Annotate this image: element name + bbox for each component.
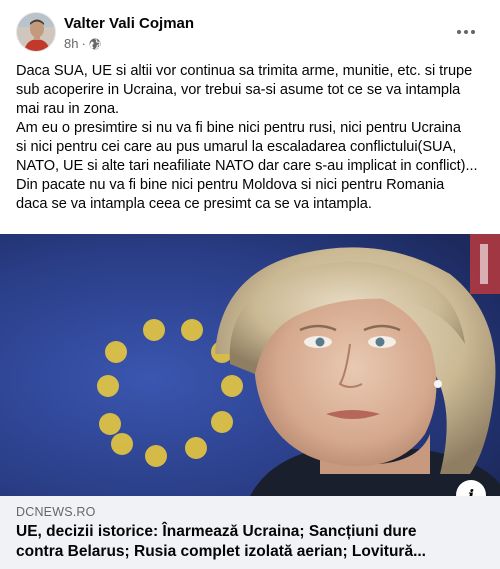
post-text-line: Daca SUA, UE si altii vor continua sa tr…	[16, 63, 473, 79]
post-text-line: daca se va intampla ceea ce presimt ca s…	[16, 196, 372, 212]
link-headline-line: contra Belarus; Rusia complet izolată ae…	[16, 543, 426, 560]
meta-separator: ·	[81, 36, 86, 51]
author-name[interactable]: Valter Vali Cojman	[64, 15, 194, 32]
link-headline-line: UE, decizii istorice: Înarmează Ucraina;…	[16, 523, 417, 540]
post-text-line: Am eu o presimtire si nu va fi bine nici…	[16, 120, 461, 136]
link-preview-footer[interactable]: DCNEWS.RO UE, decizii istorice: Înarmeaz…	[0, 496, 500, 569]
avatar-image	[17, 13, 55, 51]
post-text-line: sub acoperire in Ucraina, vor trebui sa-…	[16, 82, 461, 98]
post-time[interactable]: 8h	[64, 36, 78, 51]
post-text-line: mai rau in zona.	[16, 101, 120, 117]
globe-icon	[89, 38, 101, 49]
post-text-line: NATO, UE si alte tari neafiliate NATO da…	[16, 158, 478, 174]
post-text-line: Din pacate nu va fi bine nici pentru Mol…	[16, 177, 445, 193]
facebook-post: Valter Vali Cojman 8h · Daca SUA, UE si …	[0, 0, 500, 569]
link-domain: DCNEWS.RO	[16, 505, 96, 519]
more-options-button[interactable]	[448, 18, 484, 46]
link-headline: UE, decizii istorice: Înarmează Ucraina;…	[16, 522, 486, 562]
author-avatar[interactable]	[16, 12, 56, 52]
more-options-icon-dot	[471, 30, 475, 34]
post-meta: 8h ·	[64, 36, 101, 51]
post-header: Valter Vali Cojman 8h ·	[0, 0, 500, 58]
link-preview-image[interactable]	[0, 234, 500, 496]
post-text: Daca SUA, UE si altii vor continua sa tr…	[16, 62, 488, 214]
more-options-icon-dot	[457, 30, 461, 34]
more-options-icon-dot	[464, 30, 468, 34]
post-text-line: si nici pentru cei care au pus umarul la…	[16, 139, 457, 155]
news-photo	[0, 234, 500, 496]
